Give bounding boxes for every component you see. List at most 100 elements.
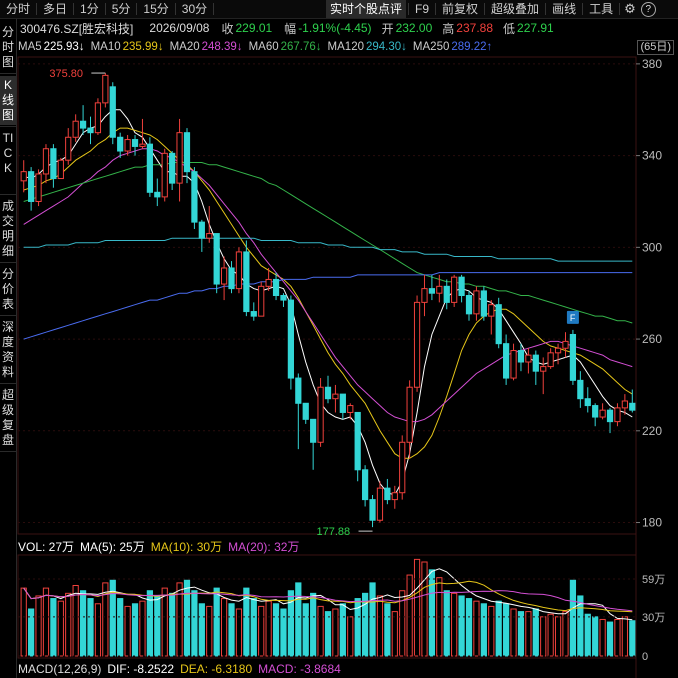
candle-body (384, 487, 391, 501)
volume-bar (413, 558, 421, 657)
candle-body (369, 499, 376, 521)
candle-body (42, 148, 50, 175)
candle-body (287, 299, 295, 379)
price-tick-label: 340 (642, 149, 662, 163)
candle-body (495, 304, 502, 345)
volume-bar (532, 608, 539, 657)
candle-body (228, 267, 235, 290)
candle-body (213, 233, 220, 285)
candle-body (94, 102, 102, 134)
candle-body (465, 295, 473, 315)
candle-body (35, 173, 42, 202)
volume-bar (465, 598, 473, 657)
candle-body (109, 86, 116, 138)
candle-body (629, 402, 636, 411)
candle-body (525, 354, 532, 363)
volume-bar (65, 592, 72, 657)
candle-body (176, 132, 183, 184)
candle-body (584, 398, 591, 407)
volume-bar (169, 592, 176, 657)
price-tick-label: 300 (642, 240, 662, 254)
candle-body (87, 127, 94, 134)
volume-bar (317, 605, 324, 657)
candle-body (139, 143, 146, 147)
volume-bar (20, 587, 27, 657)
candle-body (406, 386, 413, 443)
volume-bar (124, 605, 131, 657)
volume-bar (161, 587, 168, 657)
candle-body (577, 379, 584, 400)
volume-bar (28, 608, 35, 657)
low-price-label: 177.88 (317, 526, 351, 538)
candle-body (72, 120, 79, 138)
candle-body (592, 405, 599, 418)
vol-value: VOL: 27万 (18, 539, 75, 554)
candle-body (458, 276, 465, 296)
volume-bar (562, 611, 569, 657)
ma-line-ma60 (23, 162, 633, 324)
candle-body (443, 285, 450, 303)
candle-body (20, 171, 27, 182)
candle-body (161, 152, 168, 198)
candle-body (235, 251, 243, 290)
volume-bar (503, 603, 510, 657)
volume-bar (384, 603, 391, 657)
candle-body (510, 350, 517, 379)
macd-dif: DIF: -8.2522 (107, 662, 175, 676)
candle-body (421, 288, 428, 303)
volume-bar (584, 613, 591, 657)
candle-body (250, 311, 257, 317)
volume-header: VOL: 27万 MA(5): 25万 MA(10): 30万 MA(20): … (18, 537, 305, 555)
volume-bar (87, 598, 94, 657)
candle-body (532, 354, 539, 372)
candle-body (310, 418, 317, 443)
candle-body (317, 386, 324, 443)
candle-body (599, 409, 606, 418)
volume-bar (258, 605, 265, 657)
volume-bar (621, 616, 628, 657)
high-price-label: 375.80 (49, 68, 83, 80)
volume-bar (183, 579, 191, 657)
volume-bar (428, 569, 436, 657)
volume-bar (302, 603, 309, 657)
ma-line-ma5 (23, 109, 633, 496)
volume-bar (280, 608, 287, 657)
candle-body (79, 120, 87, 129)
volume-tick-label: 59万 (642, 574, 665, 586)
candle-body (191, 171, 198, 223)
candle-body (451, 276, 458, 303)
volume-bar (213, 587, 220, 657)
candle-body (554, 347, 562, 354)
volume-bar (547, 613, 554, 657)
volume-bar (131, 603, 139, 657)
volume-tick-label: 30万 (642, 612, 665, 624)
volume-bar (540, 616, 547, 657)
candle-body (117, 136, 124, 152)
candle-body (347, 405, 354, 413)
macd-header: MACD(12,26,9) DIF: -8.2522 DEA: -6.3180 … (18, 660, 347, 678)
candle-body (258, 285, 265, 317)
candle-body (146, 143, 153, 193)
candle-body (606, 409, 614, 423)
kline-chart[interactable]: 380 340 300 260 220 180 375.80 177.88 F 59万 30万 0 (0, 0, 678, 678)
candle-body (332, 393, 339, 400)
volume-bar (421, 561, 428, 657)
volume-bar (517, 611, 525, 657)
volume-bar (554, 616, 562, 657)
candle-body (480, 290, 487, 317)
volume-bar (614, 618, 621, 657)
vol-ma10: MA(10): 30万 (150, 539, 223, 554)
candle-body (198, 221, 205, 239)
volume-bar (488, 605, 495, 657)
price-tick-label: 380 (642, 57, 662, 71)
volume-bar (332, 608, 339, 657)
volume-bar (458, 595, 465, 657)
volume-bar (35, 595, 42, 657)
candle-body (206, 233, 213, 239)
volume-tick-label: 0 (642, 651, 648, 663)
volume-bar (592, 616, 599, 657)
price-tick-label: 180 (642, 516, 662, 530)
volume-bar (295, 582, 302, 657)
volume-bar (139, 600, 146, 657)
candle-body (562, 340, 569, 349)
